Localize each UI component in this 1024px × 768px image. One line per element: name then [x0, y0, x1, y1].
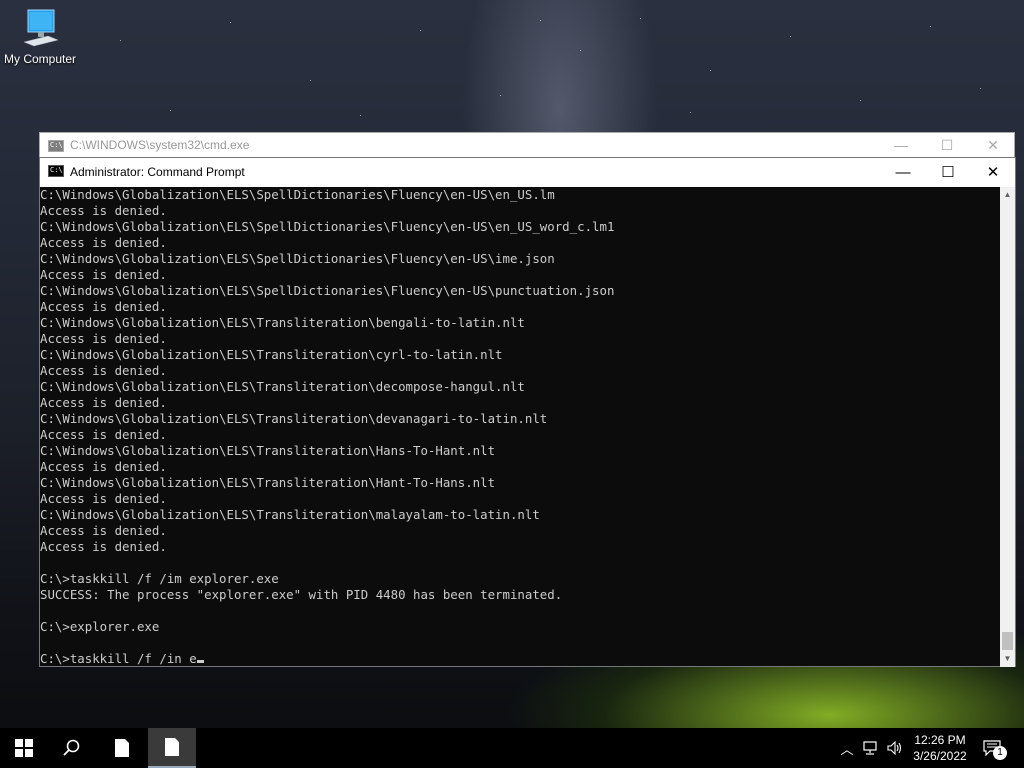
scroll-down-arrow-icon[interactable]: ▼: [1000, 651, 1015, 667]
console-line: SUCCESS: The process "explorer.exe" with…: [40, 587, 563, 602]
console-line: C:\Windows\Globalization\ELS\Translitera…: [40, 379, 525, 394]
blank-document-icon: [115, 739, 129, 757]
start-button[interactable]: [0, 728, 48, 768]
minimize-button[interactable]: —: [878, 133, 924, 157]
clock-time: 12:26 PM: [914, 733, 966, 747]
taskbar: ︿ 12:26 PM 3/26/2022 1: [0, 728, 1024, 768]
maximize-icon: ☐: [940, 137, 954, 153]
console-line: C:\Windows\Globalization\ELS\Translitera…: [40, 315, 525, 330]
scroll-up-arrow-icon[interactable]: ▲: [1000, 187, 1015, 203]
cmd-window-admin[interactable]: C:\. Administrator: Command Prompt — ☐ ✕…: [39, 157, 1016, 667]
console-line: Access is denied.: [40, 299, 167, 314]
title-bar[interactable]: C:\. Administrator: Command Prompt — ☐ ✕: [40, 158, 1015, 187]
minimize-button[interactable]: —: [880, 158, 926, 187]
close-button[interactable]: ✕: [970, 158, 1016, 187]
maximize-button[interactable]: ☐: [924, 133, 970, 157]
console-line: C:\Windows\Globalization\ELS\Translitera…: [40, 443, 496, 458]
network-icon: [863, 741, 877, 755]
console-output[interactable]: C:\Windows\Globalization\ELS\SpellDictio…: [40, 187, 1000, 667]
minimize-icon: —: [894, 137, 908, 153]
console-input-line: C:\>taskkill /f /in e: [40, 651, 197, 666]
taskbar-app-document[interactable]: [98, 728, 146, 768]
volume-tray-button[interactable]: [884, 728, 906, 768]
cmd-app-icon: C:\.: [48, 165, 67, 177]
window-title: C:\WINDOWS\system32\cmd.exe: [70, 138, 250, 152]
console-line: Access is denied.: [40, 203, 167, 218]
desktop-icon-my-computer[interactable]: My Computer: [2, 8, 78, 66]
cmd-window-background[interactable]: C:\. C:\WINDOWS\system32\cmd.exe — ☐ ✕: [39, 132, 1015, 158]
notification-count-badge: 1: [993, 746, 1007, 760]
show-hidden-icons-button[interactable]: ︿: [838, 728, 856, 768]
close-button[interactable]: ✕: [970, 133, 1016, 157]
clock-date: 3/26/2022: [913, 749, 967, 763]
console-line: Access is denied.: [40, 459, 167, 474]
console-line: C:\>taskkill /f /in e: [40, 651, 1000, 667]
network-tray-button[interactable]: [860, 728, 882, 768]
search-icon: [63, 739, 80, 756]
console-line: Access is denied.: [40, 363, 167, 378]
console-line: C:\Windows\Globalization\ELS\SpellDictio…: [40, 283, 615, 298]
console-line: C:\Windows\Globalization\ELS\Translitera…: [40, 475, 496, 490]
console-line: Access is denied.: [40, 267, 167, 282]
console-line: Access is denied.: [40, 523, 167, 538]
cmd-app-icon: C:\.: [48, 140, 67, 152]
console-line: Access is denied.: [40, 539, 167, 554]
blank-document-icon: [165, 738, 179, 756]
console-line: Access is denied.: [40, 491, 167, 506]
console-line: C:\>explorer.exe: [40, 619, 160, 634]
vertical-scrollbar[interactable]: ▲ ▼: [1000, 187, 1015, 667]
console-line: Access is denied.: [40, 235, 167, 250]
console-line: C:\Windows\Globalization\ELS\Translitera…: [40, 411, 548, 426]
console-line: C:\Windows\Globalization\ELS\Translitera…: [40, 507, 540, 522]
chevron-up-icon: ︿: [840, 741, 854, 757]
console-line: Access is denied.: [40, 331, 167, 346]
speaker-icon: [887, 741, 902, 755]
scrollbar-thumb[interactable]: [1002, 632, 1013, 650]
console-line: C:\Windows\Globalization\ELS\SpellDictio…: [40, 219, 615, 234]
clock[interactable]: 12:26 PM 3/26/2022: [905, 732, 975, 764]
taskbar-app-document-active[interactable]: [148, 728, 196, 768]
console-line: Access is denied.: [40, 427, 167, 442]
maximize-button[interactable]: ☐: [925, 158, 971, 187]
console-line: C:\Windows\Globalization\ELS\SpellDictio…: [40, 251, 555, 266]
text-cursor: [196, 660, 204, 663]
console-line: C:\>taskkill /f /im explorer.exe: [40, 571, 279, 586]
close-icon: ✕: [987, 137, 999, 153]
search-button[interactable]: [48, 728, 96, 768]
window-title: Administrator: Command Prompt: [70, 165, 245, 179]
computer-icon: [23, 9, 59, 47]
console-line: C:\Windows\Globalization\ELS\Translitera…: [40, 347, 503, 362]
minimize-icon: —: [895, 164, 911, 181]
desktop-icon-label: My Computer: [3, 52, 77, 66]
console-line: C:\Windows\Globalization\ELS\SpellDictio…: [40, 187, 555, 202]
maximize-icon: ☐: [941, 164, 955, 181]
windows-logo-icon: [15, 739, 33, 757]
close-icon: ✕: [986, 164, 1000, 181]
console-line: Access is denied.: [40, 395, 167, 410]
